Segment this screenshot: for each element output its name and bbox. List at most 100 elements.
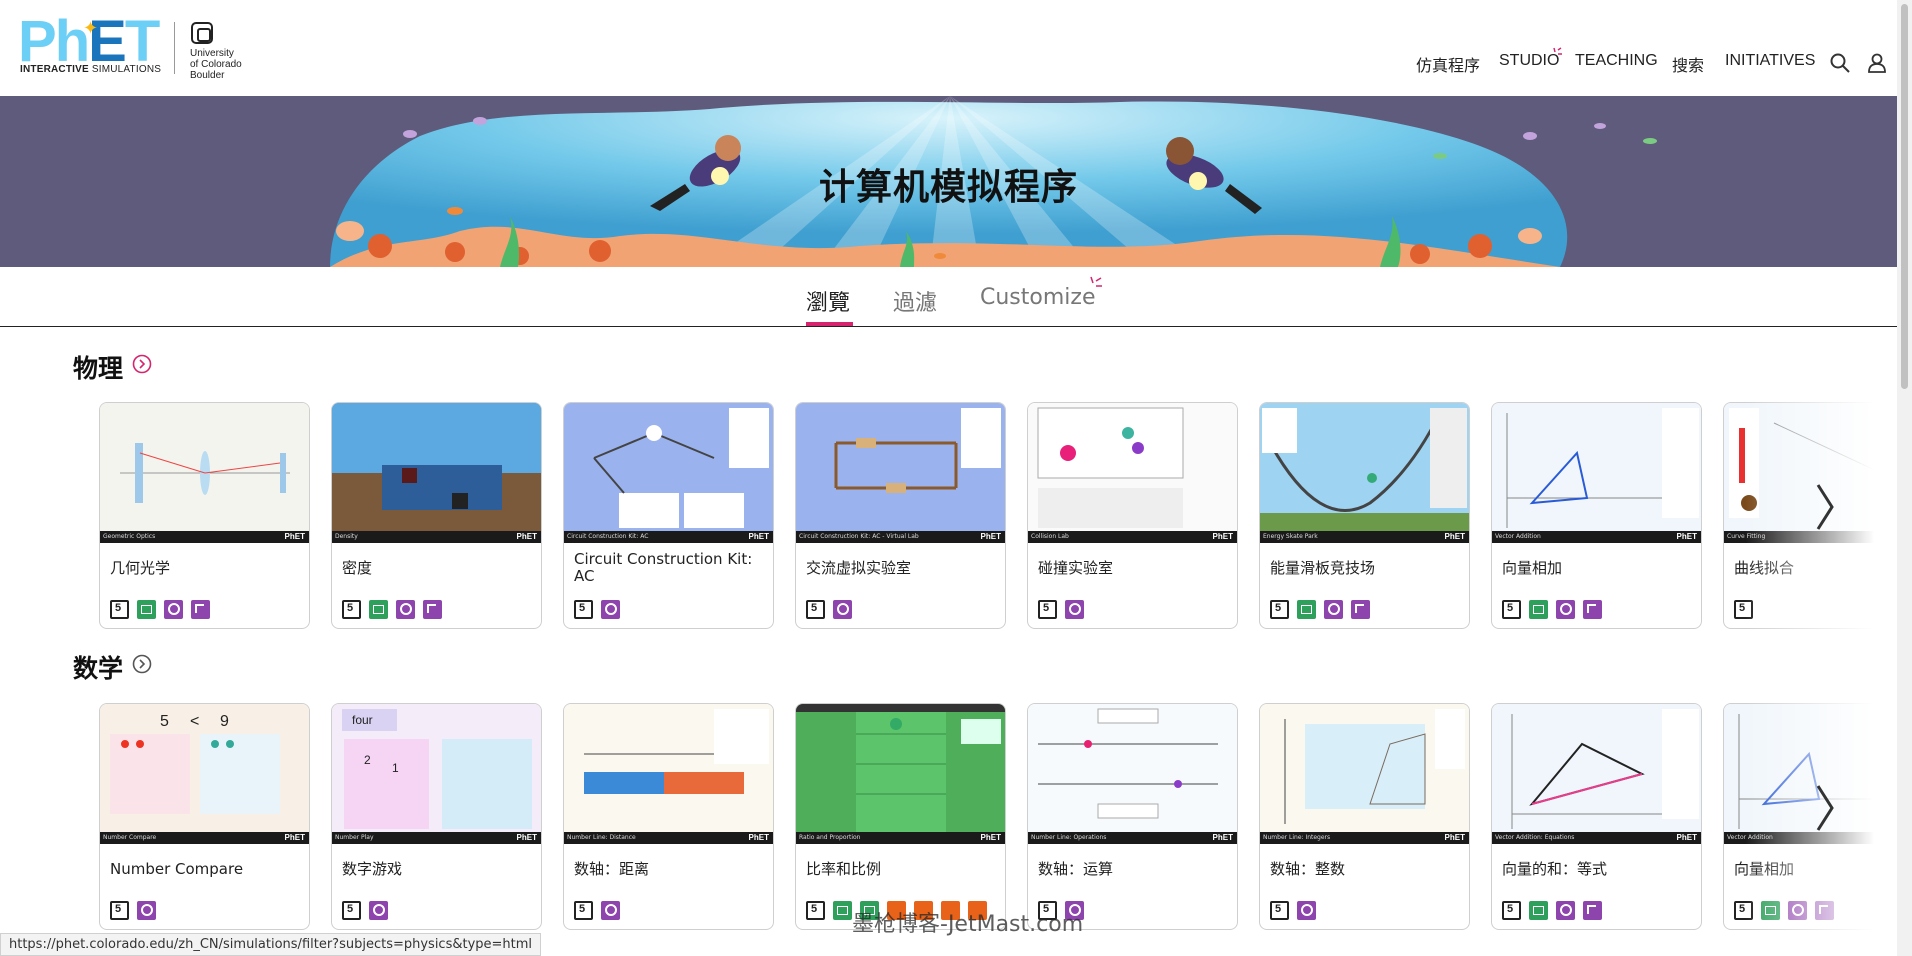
nav-search[interactable]: 搜索 (1672, 52, 1704, 78)
zoom-icon (1324, 600, 1343, 619)
scrollbar-thumb[interactable] (1901, 4, 1908, 389)
simulation-thumbnail[interactable]: Density PhET (332, 403, 541, 543)
phet-logo[interactable]: PhET ✦ INTERACTIVE SIMULATIONS (18, 9, 163, 78)
page-scrollbar[interactable] (1897, 0, 1912, 956)
simulation-card[interactable]: Density PhET 密度 (331, 402, 542, 629)
simulation-thumbnail[interactable]: four 2 1 Number Play PhET (332, 704, 541, 844)
simulation-card[interactable]: Number Line: Distance PhET 数轴：距离 (563, 703, 774, 930)
thumbnail-phet-brand: PhET (980, 532, 1001, 541)
simulation-card[interactable]: four 2 1 Number Play PhET 数字游戏 (331, 703, 542, 930)
simulation-thumbnail[interactable]: 5 <9 Number Compare PhET (100, 704, 309, 844)
simulation-thumbnail[interactable]: Energy Skate Park PhET (1260, 403, 1469, 543)
simulation-thumbnail[interactable]: Number Line: Distance PhET (564, 704, 773, 844)
simulation-title[interactable]: 向量的和：等式 (1502, 861, 1692, 878)
account-icon[interactable] (1866, 52, 1888, 74)
feature-badges (1502, 901, 1610, 921)
feature-badges (1270, 901, 1324, 921)
section-link-arrow-icon[interactable] (132, 354, 152, 374)
simulation-title[interactable]: 几何光学 (110, 560, 300, 577)
simulation-thumbnail[interactable]: Vector Addition PhET (1492, 403, 1701, 543)
keyboard-icon (369, 600, 388, 619)
zoom-icon (1556, 901, 1575, 920)
nav-initiatives[interactable]: INITIATIVES (1725, 52, 1815, 78)
simulation-card[interactable]: Circuit Construction Kit: AC - Virtual L… (795, 402, 1006, 629)
simulation-title[interactable]: 向量相加 (1502, 560, 1692, 577)
simulation-title[interactable]: 数轴：运算 (1038, 861, 1228, 878)
simulation-title[interactable]: 碰撞实验室 (1038, 560, 1228, 577)
simulation-card[interactable]: 5 <9 Number Compare PhET Number Compare (99, 703, 310, 930)
simulation-card[interactable]: Geometric Optics PhET 几何光学 (99, 402, 310, 629)
simulation-card[interactable]: Number Line: Operations PhET 数轴：运算 (1027, 703, 1238, 930)
feature-badges (1038, 600, 1092, 620)
simulation-thumbnail[interactable]: Circuit Construction Kit: AC - Virtual L… (796, 403, 1005, 543)
carousel-next-icon[interactable] (1814, 482, 1836, 532)
thumbnail-navbar: Vector Addition: Equations PhET (1492, 832, 1701, 844)
simulation-thumbnail[interactable]: Ratio and Proportion PhET (796, 704, 1005, 844)
simulation-title[interactable]: 比率和比例 (806, 861, 996, 878)
simulation-card[interactable]: Vector Addition: Equations PhET 向量的和：等式 (1491, 703, 1702, 930)
zoom-icon (1297, 901, 1316, 920)
thumbnail-navbar: Energy Skate Park PhET (1260, 531, 1469, 543)
zoom-icon (601, 901, 620, 920)
thumbnail-sim-name: Collision Lab (1031, 533, 1069, 540)
keyboard-icon (1529, 600, 1548, 619)
simulation-title[interactable]: Circuit Construction Kit: AC (574, 551, 764, 585)
html5-icon (342, 901, 361, 920)
simulation-thumbnail[interactable]: Collision Lab PhET (1028, 403, 1237, 543)
section-title-math[interactable]: 数学 (73, 649, 123, 685)
html5-icon (1502, 600, 1521, 619)
touch-icon (1351, 600, 1370, 619)
thumbnail-phet-brand: PhET (748, 532, 769, 541)
nav-teaching[interactable]: TEACHING (1575, 52, 1658, 78)
thumbnail-phet-brand: PhET (284, 532, 305, 541)
touch-icon (1583, 600, 1602, 619)
keyboard-icon (1529, 901, 1548, 920)
feature-badges (1502, 600, 1610, 620)
simulation-title[interactable]: 数字游戏 (342, 861, 532, 878)
simulation-card[interactable]: Collision Lab PhET 碰撞实验室 (1027, 402, 1238, 629)
tab-filter[interactable]: 過濾 (893, 285, 937, 317)
tab-browse[interactable]: 瀏覽 (806, 285, 850, 317)
simulation-card[interactable]: Number Line: Integers PhET 数轴：整数 (1259, 703, 1470, 930)
simulation-card[interactable]: Energy Skate Park PhET 能量滑板竞技场 (1259, 402, 1470, 629)
thumbnail-phet-brand: PhET (748, 833, 769, 842)
thumbnail-phet-brand: PhET (516, 532, 537, 541)
thumbnail-phet-brand: PhET (1444, 532, 1465, 541)
simulation-title[interactable]: 数轴：整数 (1270, 861, 1460, 878)
cu-boulder-text: University of Colorado Boulder (190, 48, 242, 81)
thumbnail-navbar: Geometric Optics PhET (100, 531, 309, 543)
carousel-next-icon[interactable] (1814, 783, 1836, 833)
thumbnail-phet-brand: PhET (1444, 833, 1465, 842)
thumbnail-sim-name: Vector Addition (1495, 533, 1541, 540)
simulation-card[interactable]: Circuit Construction Kit: AC PhET Circuit … (563, 402, 774, 629)
section-link-arrow-icon[interactable] (132, 654, 152, 674)
cu-boulder-logo[interactable]: University of Colorado Boulder (190, 22, 250, 82)
thumbnail-navbar: Circuit Construction Kit: AC - Virtual L… (796, 531, 1005, 543)
simulation-title[interactable]: 能量滑板竞技场 (1270, 560, 1460, 577)
simulation-title[interactable]: 交流虚拟实验室 (806, 560, 996, 577)
simulation-card[interactable]: Ratio and Proportion PhET 比率和比例 (795, 703, 1006, 930)
section-title-physics[interactable]: 物理 (73, 349, 123, 385)
nav-simulations[interactable]: 仿真程序 (1416, 52, 1480, 78)
thumbnail-sim-name: Number Compare (103, 834, 157, 841)
feature-badges (110, 901, 164, 921)
simulation-card[interactable]: Vector Addition PhET 向量相加 (1491, 402, 1702, 629)
simulation-thumbnail[interactable]: Vector Addition: Equations PhET (1492, 704, 1701, 844)
thumbnail-navbar: Vector Addition PhET (1492, 531, 1701, 543)
watermark: 墨枪博客-JetMast.com (852, 912, 1084, 937)
thumbnail-sim-name: Density (335, 533, 358, 540)
simulation-thumbnail[interactable]: Geometric Optics PhET (100, 403, 309, 543)
feature-badges (574, 901, 628, 921)
simulation-title[interactable]: Number Compare (110, 861, 300, 878)
thumbnail-phet-brand: PhET (516, 833, 537, 842)
simulation-thumbnail[interactable]: Circuit Construction Kit: AC PhET (564, 403, 773, 543)
search-icon[interactable] (1829, 52, 1851, 74)
feature-badges (110, 600, 218, 620)
active-tab-indicator (806, 322, 853, 326)
tab-customize[interactable]: Customize (980, 285, 1095, 310)
simulation-title[interactable]: 密度 (342, 560, 532, 577)
svg-text:5: 5 (160, 713, 169, 730)
simulation-title[interactable]: 数轴：距离 (574, 861, 764, 878)
simulation-thumbnail[interactable]: Number Line: Integers PhET (1260, 704, 1469, 844)
simulation-thumbnail[interactable]: Number Line: Operations PhET (1028, 704, 1237, 844)
